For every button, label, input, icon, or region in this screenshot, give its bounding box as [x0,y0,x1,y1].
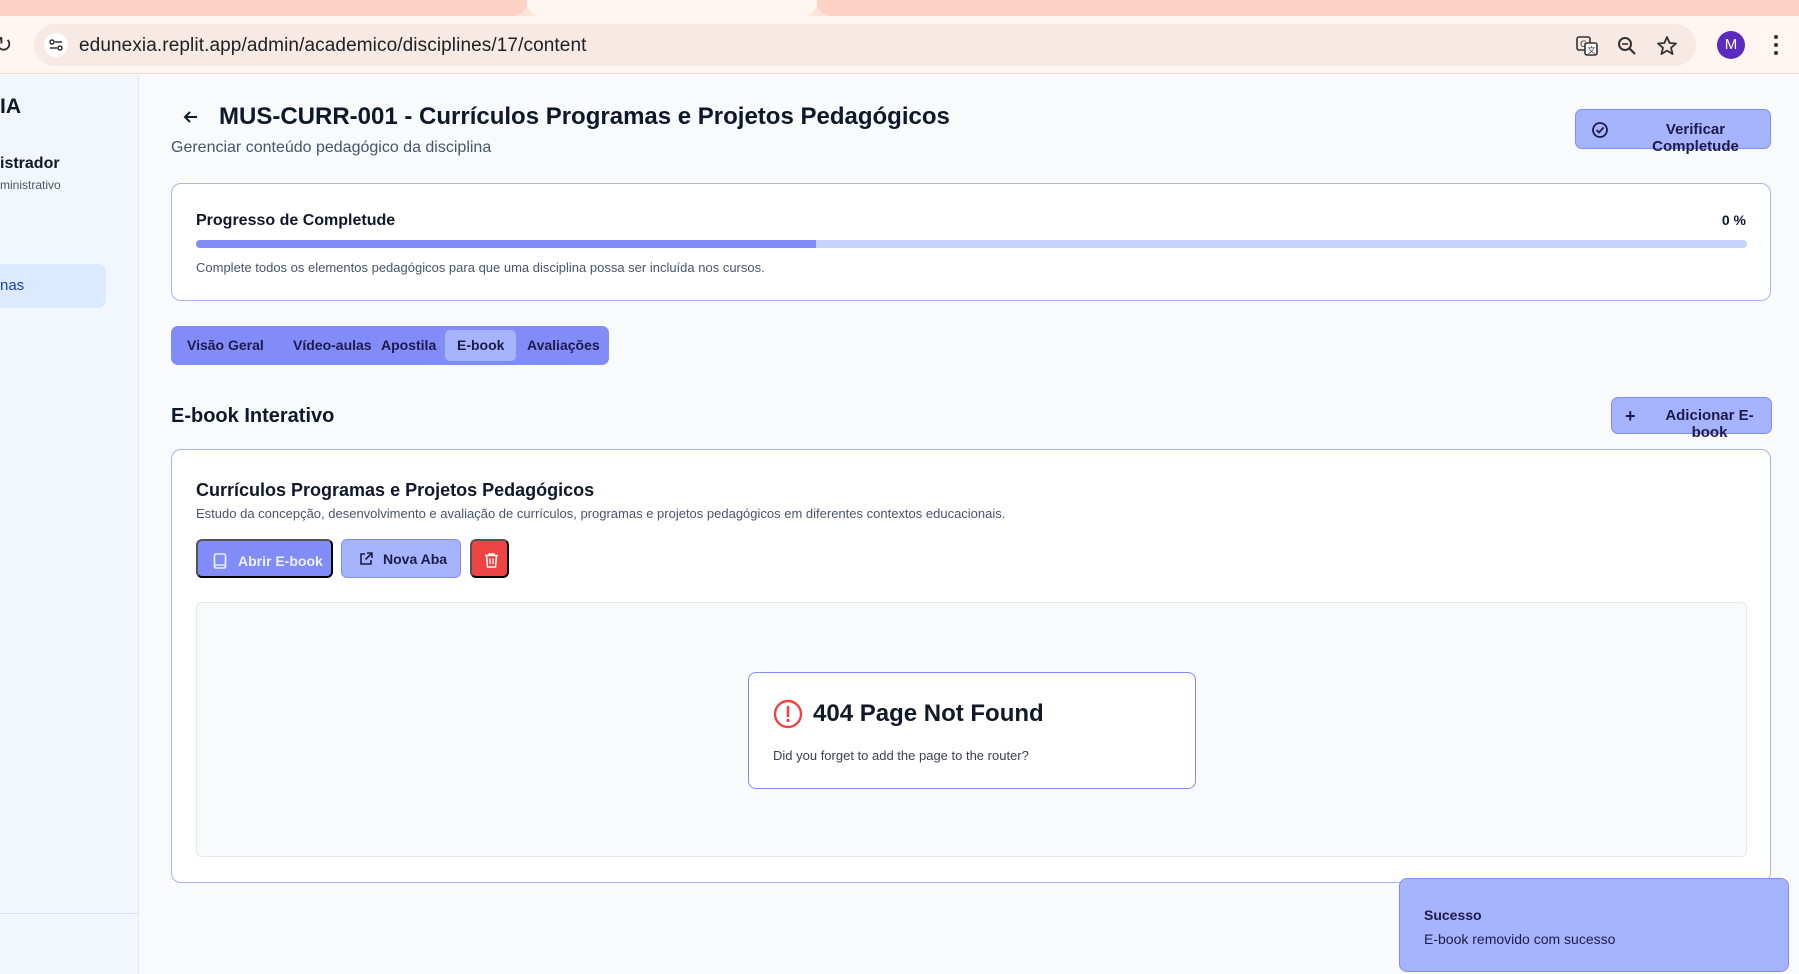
ebook-embed-frame[interactable]: 404 Page Not Found Did you forget to add… [196,602,1747,857]
check-circle-icon [1591,121,1609,143]
verify-completeness-button[interactable]: Verificar Completude [1575,109,1771,155]
add-ebook-label: Adicionar E-book [1665,407,1754,441]
external-link-icon [358,551,374,570]
sidebar-divider [0,913,139,914]
alert-circle-icon [773,699,803,734]
not-found-message: Did you forget to add the page to the ro… [773,748,1029,763]
translate-icon[interactable]: G文 [1575,34,1599,58]
content-tabs: Visão Geral Vídeo-aulas Apostila E-book … [171,326,609,365]
progress-percent: 0 % [1721,212,1746,228]
add-ebook-button[interactable]: + Adicionar E-book [1611,397,1772,441]
open-ebook-label: Abrir E-book [238,553,323,569]
sidebar-user-subtitle: ministrativo [0,178,61,192]
progress-card: Progresso de Completude 0 % Complete tod… [171,183,1771,301]
browser-tab[interactable] [0,0,527,16]
new-tab-button[interactable]: Nova Aba [341,539,461,578]
sidebar-user-role: istrador [0,155,60,172]
url-text[interactable]: edunexia.replit.app/admin/academico/disc… [79,35,587,57]
browser-toolbar: ↻ edunexia.replit.app/admin/academico/di… [0,16,1799,74]
not-found-card: 404 Page Not Found Did you forget to add… [748,672,1196,789]
ebook-card: Currículos Programas e Projetos Pedagógi… [171,449,1771,883]
not-found-title: 404 Page Not Found [813,700,1044,727]
delete-ebook-button[interactable] [470,539,509,578]
book-icon [213,553,227,572]
ebook-title: Currículos Programas e Projetos Pedagógi… [196,480,595,500]
plus-icon: + [1625,406,1636,426]
section-title: E-book Interativo [171,405,335,427]
tab-ebook[interactable]: E-book [445,330,517,361]
site-info-icon[interactable] [44,33,68,57]
progress-bar [196,240,1747,248]
toast-title: Sucesso [1424,907,1482,923]
progress-help-text: Complete todos os elementos pedagógicos … [196,260,765,275]
reload-icon[interactable]: ↻ [0,32,12,58]
open-ebook-button[interactable]: Abrir E-book [196,539,333,578]
bookmark-star-icon[interactable] [1655,34,1679,58]
sidebar-item-disciplinas[interactable]: nas [0,264,106,308]
tab-avaliacoes[interactable]: Avaliações [515,330,612,361]
svg-text:文: 文 [1588,45,1596,55]
success-toast[interactable]: Sucesso E-book removido com sucesso [1399,878,1789,972]
profile-avatar[interactable]: M [1717,31,1745,59]
ebook-description: Estudo da concepção, desenvolvimento e a… [196,506,1006,521]
new-tab-label: Nova Aba [383,551,448,567]
back-arrow-icon[interactable] [181,107,201,127]
browser-tab-active[interactable] [527,0,817,16]
progress-label: Progresso de Completude [196,212,396,229]
page-title: MUS-CURR-001 - Currículos Programas e Pr… [219,103,950,130]
toast-message: E-book removido com sucesso [1424,931,1616,947]
sidebar-item-label: nas [0,277,25,294]
progress-bar-fill [196,240,817,248]
verify-button-label: Verificar Completude [1652,121,1739,155]
sidebar: IA istrador ministrativo nas [0,75,139,974]
browser-menu-icon[interactable] [1768,31,1784,59]
trash-icon [484,552,499,571]
browser-tab[interactable] [817,0,1799,16]
address-bar[interactable]: edunexia.replit.app/admin/academico/disc… [34,24,1696,66]
page-subtitle: Gerenciar conteúdo pedagógico da discipl… [171,139,492,156]
tab-apostila[interactable]: Apostila [369,330,448,361]
sidebar-brand: IA [0,95,21,118]
tab-visao-geral[interactable]: Visão Geral [175,330,276,361]
zoom-icon[interactable] [1615,34,1639,58]
browser-tab-strip [0,0,1799,16]
